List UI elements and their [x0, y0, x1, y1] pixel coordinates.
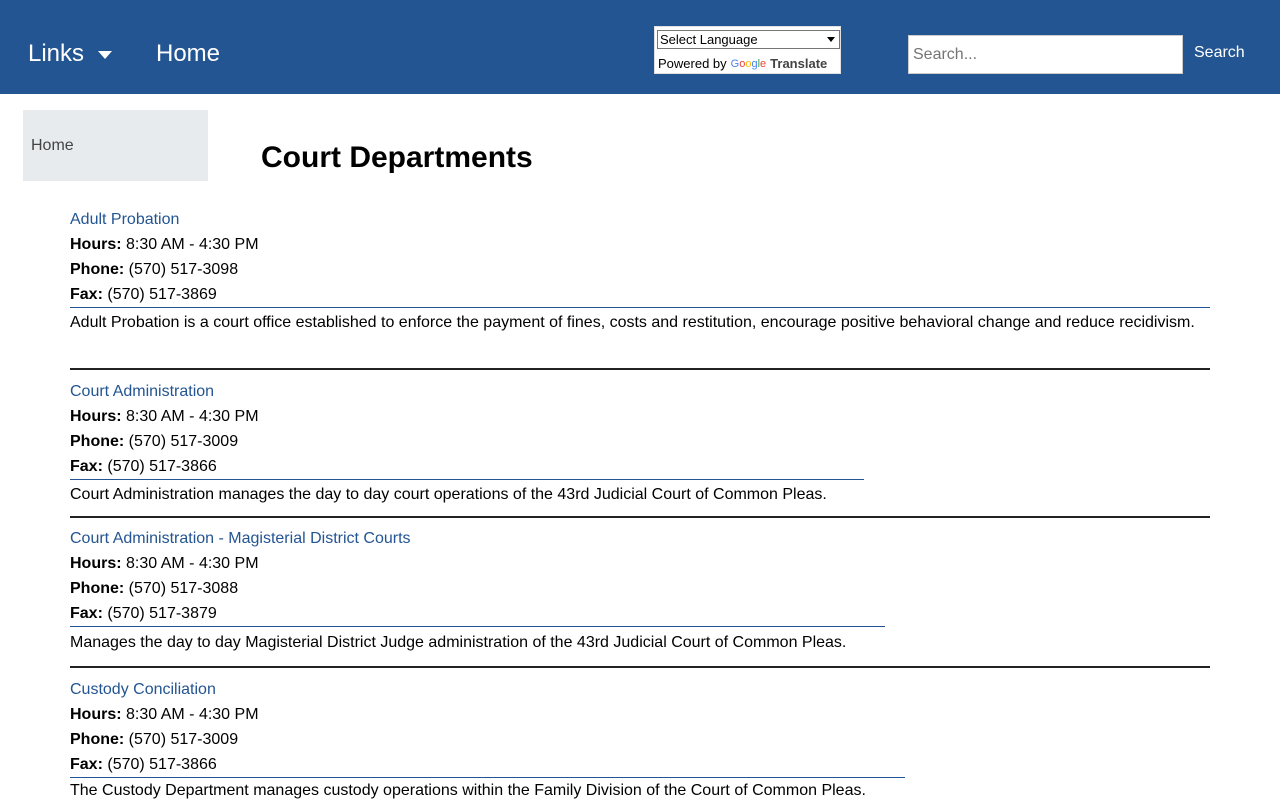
select-arrow-icon: [827, 37, 835, 42]
department-hours: Hours: 8:30 AM - 4:30 PM: [70, 408, 259, 425]
department-hours: Hours: 8:30 AM - 4:30 PM: [70, 236, 259, 253]
department-phone: Phone: (570) 517-3098: [70, 261, 239, 278]
department-phone: Phone: (570) 517-3009: [70, 433, 239, 450]
caret-down-icon: [98, 51, 113, 59]
translate-link[interactable]: Translate: [770, 56, 827, 71]
department-fax: Fax: (570) 517-3869: [70, 286, 217, 303]
department-phone: Phone: (570) 517-3009: [70, 731, 239, 748]
department-description: The Custody Department manages custody o…: [70, 782, 866, 799]
google-logo: Google: [730, 57, 767, 70]
department-item: Custody Conciliation Hours: 8:30 AM - 4:…: [70, 677, 905, 800]
department-name-link[interactable]: Adult Probation: [70, 207, 1210, 232]
department-name-link[interactable]: Court Administration - Magisterial Distr…: [70, 526, 885, 551]
department-fax: Fax: (570) 517-3866: [70, 756, 217, 773]
links-label: Links: [28, 40, 85, 67]
powered-by-text: Powered by: [658, 56, 727, 71]
department-name-link[interactable]: Custody Conciliation: [70, 677, 905, 702]
breadcrumb: Home: [23, 110, 208, 181]
google-translate-widget: Select Language Powered by Google Transl…: [654, 26, 841, 74]
department-description: Manages the day to day Magisterial Distr…: [70, 634, 847, 651]
breadcrumb-home-link[interactable]: Home: [31, 137, 74, 155]
department-item: Adult Probation Hours: 8:30 AM - 4:30 PM…: [70, 207, 1210, 335]
department-separator: [70, 368, 1210, 370]
department-item: Court Administration Hours: 8:30 AM - 4:…: [70, 379, 864, 507]
top-navigation-bar: Links Home Select Language Powered by Go…: [0, 0, 1280, 94]
search-input[interactable]: [908, 35, 1183, 74]
department-phone: Phone: (570) 517-3088: [70, 580, 239, 597]
language-select[interactable]: Select Language: [657, 30, 840, 49]
links-dropdown[interactable]: Links: [28, 40, 113, 68]
search-button[interactable]: Search: [1194, 44, 1245, 62]
language-select-value: Select Language: [660, 32, 758, 47]
department-item: Court Administration - Magisterial Distr…: [70, 526, 885, 655]
department-separator: [70, 516, 1210, 518]
department-separator: [70, 666, 1210, 668]
department-description: Adult Probation is a court office establ…: [70, 314, 1195, 331]
powered-by-google: Powered by Google Translate: [658, 56, 827, 71]
department-description: Court Administration manages the day to …: [70, 486, 827, 503]
department-name-link[interactable]: Court Administration: [70, 379, 864, 404]
department-fax: Fax: (570) 517-3879: [70, 605, 217, 622]
department-hours: Hours: 8:30 AM - 4:30 PM: [70, 555, 259, 572]
department-hours: Hours: 8:30 AM - 4:30 PM: [70, 706, 259, 723]
page-title: Court Departments: [261, 141, 533, 174]
nav-home-link[interactable]: Home: [156, 40, 220, 68]
department-fax: Fax: (570) 517-3866: [70, 458, 217, 475]
